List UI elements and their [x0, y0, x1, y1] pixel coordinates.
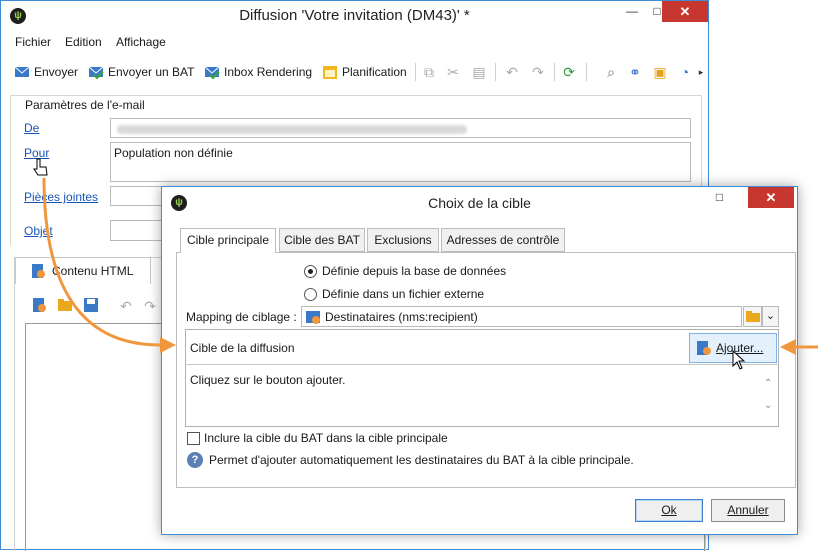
tab-contenu-html[interactable]: Contenu HTML: [15, 257, 151, 284]
mapping-select[interactable]: Destinataires (nms:recipient): [301, 306, 742, 327]
envelope-icon: [14, 64, 30, 80]
inbox-rendering-button[interactable]: Inbox Rendering: [204, 63, 312, 81]
attachment-icon[interactable]: ⌕: [604, 64, 618, 80]
calendar-icon: [322, 64, 338, 80]
email-params-legend: Paramètres de l'e-mail: [23, 98, 147, 112]
save-icon[interactable]: [83, 297, 99, 313]
target-hint: Cliquez sur le bouton ajouter.: [190, 373, 346, 387]
folder-icon: [745, 311, 760, 322]
delivery-target-label: Cible de la diffusion: [190, 341, 295, 355]
add-target-icon: [696, 340, 712, 356]
tab-adresses-de-controle[interactable]: Adresses de contrôle: [441, 228, 565, 252]
mapping-dropdown-button[interactable]: ⌄: [762, 306, 779, 327]
mapping-label: Mapping de ciblage :: [186, 310, 297, 324]
main-titlebar[interactable]: ψ Diffusion 'Votre invitation (DM43)' * …: [1, 1, 708, 31]
tab-cible-des-bat[interactable]: Cible des BAT: [279, 228, 365, 252]
copy-icon[interactable]: ⧉: [422, 64, 436, 80]
include-proof-checkbox[interactable]: [187, 431, 200, 445]
toolbar-separator: [586, 63, 587, 81]
cut-icon[interactable]: ✂: [446, 64, 460, 80]
tab-active-cover: [181, 251, 275, 253]
envelope-check-icon: [88, 64, 104, 80]
radio-database-indicator[interactable]: [304, 264, 317, 278]
cancel-button[interactable]: Annuler: [711, 499, 785, 522]
send-label: Envoyer: [34, 65, 79, 79]
folder-icon[interactable]: [57, 297, 73, 313]
radio-external-file-indicator[interactable]: [304, 287, 317, 301]
envelope-check-icon: [204, 64, 220, 80]
inbox-rendering-label: Inbox Rendering: [224, 65, 313, 79]
include-proof-label: Inclure la cible du BAT dans la cible pr…: [204, 431, 448, 445]
radio-database[interactable]: Définie depuis la base de données: [304, 264, 506, 278]
menubar: Fichier Edition Affichage: [1, 31, 708, 53]
include-proof-checkbox-row[interactable]: Inclure la cible du BAT dans la cible pr…: [187, 431, 448, 445]
tab-cible-principale[interactable]: Cible principale: [180, 228, 276, 253]
to-field[interactable]: Population non définie: [110, 142, 691, 182]
attachments-link[interactable]: Pièces jointes: [24, 190, 98, 204]
mapping-value: Destinataires (nms:recipient): [325, 309, 478, 324]
menu-fichier[interactable]: Fichier: [15, 35, 51, 49]
radio-database-label: Définie depuis la base de données: [322, 264, 507, 278]
dialog-close-button[interactable]: ✕: [748, 187, 794, 208]
menu-edition[interactable]: Edition: [65, 35, 102, 49]
tab-exclusions[interactable]: Exclusions: [367, 228, 439, 252]
paste-icon[interactable]: ▤: [472, 64, 486, 80]
radio-external-file[interactable]: Définie dans un fichier externe: [304, 287, 484, 301]
subject-link[interactable]: Objet: [24, 224, 53, 238]
dialog-maximize-button[interactable]: □: [707, 187, 732, 208]
toolbar-separator: [554, 63, 555, 81]
send-proof-button[interactable]: Envoyer un BAT: [88, 63, 194, 81]
undo-icon[interactable]: ↶: [505, 64, 519, 80]
from-field[interactable]: [110, 118, 691, 138]
minimize-button[interactable]: —: [619, 1, 645, 22]
to-value: Population non définie: [114, 146, 233, 160]
toolbar: Envoyer Envoyer un BAT Inbox Rendering P…: [1, 57, 708, 87]
undo-icon[interactable]: ↶: [119, 298, 133, 314]
chevron-down-icon: ⌄: [765, 310, 776, 322]
toolbar-separator: [495, 63, 496, 81]
menu-affichage[interactable]: Affichage: [116, 35, 166, 49]
redo-icon[interactable]: ↷: [531, 64, 545, 80]
dialog-title: Choix de la cible: [428, 195, 531, 211]
info-text: Permet d'ajouter automatiquement les des…: [209, 453, 634, 467]
send-proof-label: Envoyer un BAT: [108, 65, 195, 79]
more-arrow-icon[interactable]: ▸: [694, 64, 708, 80]
tab-contenu-html-label: Contenu HTML: [52, 264, 134, 278]
gift-icon[interactable]: ▣: [653, 64, 667, 80]
ok-button[interactable]: Ok: [635, 499, 703, 522]
refresh-icon[interactable]: ⟳: [562, 64, 576, 80]
redo-icon[interactable]: ↷: [143, 298, 157, 314]
pointer-cursor-icon: [732, 350, 746, 370]
info-row: ? Permet d'ajouter automatiquement les d…: [187, 452, 634, 468]
scroll-up-icon[interactable]: ⌃: [764, 378, 772, 389]
mapping-folder-button[interactable]: [743, 306, 762, 327]
recipients-table-icon: [305, 309, 321, 325]
send-button[interactable]: Envoyer: [14, 63, 78, 81]
main-window-title: Diffusion 'Votre invitation (DM43)' *: [239, 7, 470, 24]
from-link[interactable]: De: [24, 121, 39, 135]
html-doc-icon: [30, 263, 46, 279]
link-icon[interactable]: ⚭: [628, 64, 642, 80]
scroll-down-icon[interactable]: ⌄: [764, 400, 772, 411]
planning-button[interactable]: Planification: [322, 63, 407, 81]
planning-label: Planification: [342, 65, 407, 79]
html-doc-icon[interactable]: [31, 297, 47, 313]
editor-toolbar: ↶ ↷: [25, 295, 165, 317]
toolbar-separator: [415, 63, 416, 81]
gauge-icon[interactable]: ◔: [678, 64, 692, 80]
hand-cursor-icon: [33, 158, 48, 176]
from-value-redacted: [117, 125, 467, 134]
help-icon: ?: [187, 452, 203, 468]
radio-external-file-label: Définie dans un fichier externe: [322, 287, 485, 301]
close-button[interactable]: ✕: [662, 1, 708, 22]
dialog-titlebar[interactable]: ψ Choix de la cible □ ✕: [162, 187, 797, 219]
